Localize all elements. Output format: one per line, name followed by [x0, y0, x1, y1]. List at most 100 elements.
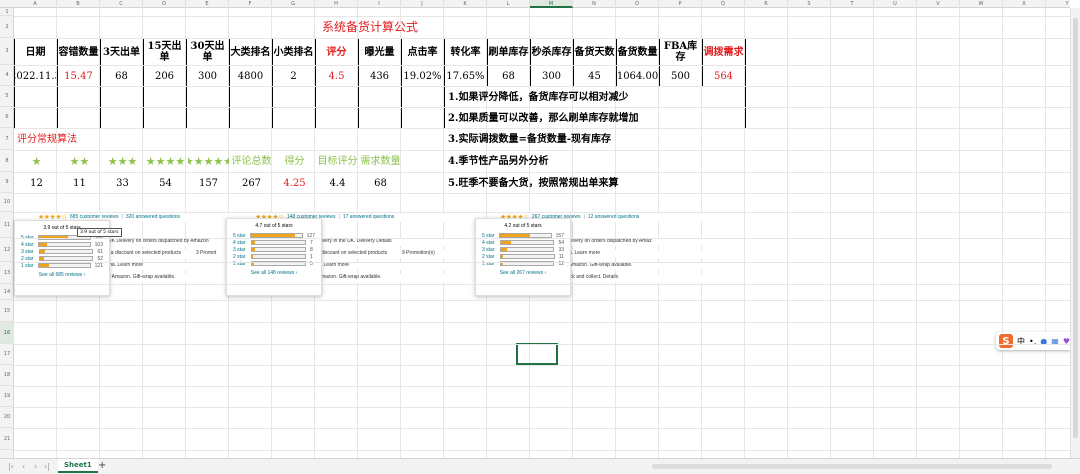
rating-bar-row[interactable]: 2 star 52	[21, 255, 103, 262]
rating-bar-label[interactable]: 4 star	[482, 240, 500, 246]
row-header-1[interactable]: 1	[0, 8, 14, 16]
column-header-g[interactable]: G	[272, 0, 315, 8]
row-header-21[interactable]: 21	[0, 428, 14, 450]
row-header-6[interactable]: 6	[0, 107, 14, 128]
column-header-c[interactable]: C	[100, 0, 143, 8]
sheet-tab-sheet1[interactable]: Sheet1	[58, 459, 98, 473]
see-all-reviews-link[interactable]: See all 267 reviews ›	[482, 270, 564, 276]
column-header-a[interactable]: A	[14, 0, 57, 8]
row-header-15[interactable]: 15	[0, 300, 14, 322]
value-cell[interactable]: 300	[531, 66, 572, 86]
rating-bar-label[interactable]: 3 star	[482, 247, 500, 253]
row-header-8[interactable]: 8	[0, 150, 14, 172]
algo-value[interactable]: 68	[360, 173, 401, 193]
header-cell[interactable]: 备货天数	[574, 39, 615, 65]
column-header-m[interactable]: M	[530, 0, 573, 8]
value-cell[interactable]: 4800	[230, 66, 271, 86]
header-cell[interactable]: 30天出单	[187, 39, 228, 65]
value-cell[interactable]: 206	[144, 66, 185, 86]
star-label[interactable]: ★★★★	[145, 151, 186, 171]
algo-value[interactable]: 33	[102, 173, 143, 193]
answered-questions-link[interactable]: 17 answered questions	[343, 214, 394, 220]
column-header-o[interactable]: O	[616, 0, 659, 8]
rating-bar-row[interactable]: 3 star 61	[21, 248, 103, 255]
header-cell[interactable]: 小类排名	[273, 39, 314, 65]
column-header-v[interactable]: V	[917, 0, 960, 8]
note-item[interactable]: 3.实际调拨数量=备货数量-现有库存	[445, 129, 725, 149]
value-cell[interactable]: 436	[359, 66, 400, 86]
note-item[interactable]: 1.如果评分降低，备货库存可以相对减少	[445, 87, 725, 107]
rating-bar-label[interactable]: 2 star	[233, 254, 251, 260]
star-label[interactable]: ★★★★★	[188, 151, 229, 171]
row-header-13[interactable]: 13	[0, 262, 14, 284]
value-cell[interactable]: 564	[703, 66, 744, 86]
column-header-q[interactable]: Q	[702, 0, 745, 8]
rating-bar-label[interactable]: 2 star	[21, 256, 39, 262]
star-label[interactable]: ★	[16, 151, 57, 171]
header-cell[interactable]: 转化率	[445, 39, 486, 65]
selected-cell[interactable]	[516, 343, 558, 365]
vertical-scroll-thumb[interactable]	[1073, 18, 1078, 438]
answered-questions-link[interactable]: 12 answered questions	[588, 214, 639, 220]
column-header-f[interactable]: F	[229, 0, 272, 8]
header-cell[interactable]: 点击率	[402, 39, 443, 65]
header-cell[interactable]: 调拨需求	[703, 39, 744, 65]
value-cell[interactable]: 1064.00	[617, 66, 658, 86]
column-header-u[interactable]: U	[874, 0, 917, 8]
row-header-11[interactable]: 11	[0, 212, 14, 238]
star-label[interactable]: ★★	[59, 151, 100, 171]
value-cell[interactable]: 45	[574, 66, 615, 86]
rating-bar-label[interactable]: 2 star	[482, 254, 500, 260]
column-header-x[interactable]: X	[1003, 0, 1046, 8]
column-header-w[interactable]: W	[960, 0, 1003, 8]
header-cell[interactable]: 曝光量	[359, 39, 400, 65]
algo-value[interactable]: 4.4	[317, 173, 358, 193]
row-header-18[interactable]: 18	[0, 365, 14, 386]
value-cell[interactable]: 2022.11.3	[15, 66, 56, 86]
value-cell[interactable]: 500	[660, 66, 701, 86]
rating-bar-row[interactable]: 4 star 54	[482, 239, 564, 246]
sogou-icon[interactable]: S	[999, 334, 1013, 348]
star-label[interactable]: ★★★	[102, 151, 143, 171]
rating-bar-row[interactable]: 1 star 121	[21, 262, 103, 269]
rating-bar-label[interactable]: 4 star	[21, 242, 38, 248]
note-item[interactable]: 4.季节性产品另外分析	[445, 151, 725, 171]
row-header-10[interactable]: 10	[0, 193, 14, 212]
value-cell[interactable]: 68	[101, 66, 142, 86]
rating-bar-label[interactable]: 1 star	[21, 263, 38, 269]
row-header-2[interactable]: 2	[0, 16, 14, 38]
see-all-reviews-link[interactable]: See all 148 reviews ›	[233, 270, 315, 276]
promotion-text[interactable]: 9 Promotion(s)	[402, 250, 462, 258]
value-cell[interactable]: 4.5	[316, 66, 357, 86]
ime-toolbar[interactable]: S 中 •, ● ▦ ♥	[996, 332, 1078, 350]
header-cell[interactable]: 大类排名	[230, 39, 271, 65]
row-header-5[interactable]: 5	[0, 86, 14, 107]
value-cell[interactable]: 19.02%	[402, 66, 443, 86]
vertical-scrollbar[interactable]	[1070, 8, 1080, 458]
header-cell[interactable]: FBA库存	[660, 39, 701, 65]
rating-bar-row[interactable]: 3 star 8	[233, 246, 315, 253]
column-header-e[interactable]: E	[186, 0, 229, 8]
column-header-k[interactable]: K	[444, 0, 487, 8]
algo-header-label[interactable]: 目标评分	[317, 151, 358, 171]
see-all-reviews-link[interactable]: See all 685 reviews ›	[21, 272, 103, 278]
value-cell[interactable]: 2	[273, 66, 314, 86]
header-cell[interactable]: 刷单库存	[488, 39, 529, 65]
rating-bar-row[interactable]: 3 star 33	[482, 246, 564, 253]
column-header-h[interactable]: H	[315, 0, 358, 8]
row-header-7[interactable]: 7	[0, 128, 14, 150]
column-header-r[interactable]: R	[745, 0, 788, 8]
column-header-l[interactable]: L	[487, 0, 530, 8]
row-header-19[interactable]: 19	[0, 386, 14, 407]
next-sheet-icon[interactable]: ›	[34, 462, 37, 471]
add-sheet-button[interactable]: +	[98, 460, 106, 471]
row-header-12[interactable]: 12	[0, 238, 14, 262]
algo-value[interactable]: 157	[188, 173, 229, 193]
answered-questions-link[interactable]: 320 answered questions	[126, 214, 180, 220]
column-header-i[interactable]: I	[358, 0, 401, 8]
column-header-d[interactable]: D	[143, 0, 186, 8]
title-cell[interactable]: 系统备货计算公式	[300, 16, 440, 38]
value-cell[interactable]: 17.65%	[445, 66, 486, 86]
row-header-4[interactable]: 4	[0, 65, 14, 86]
value-cell[interactable]: 300	[187, 66, 228, 86]
